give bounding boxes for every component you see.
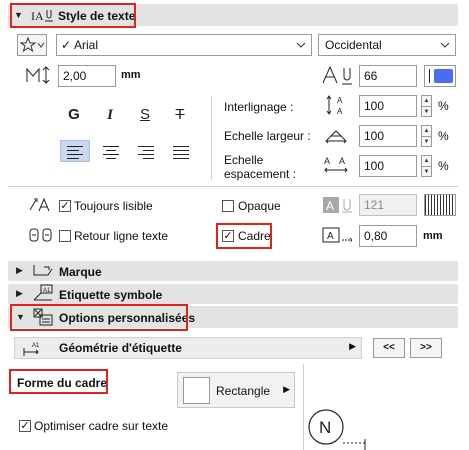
previous-button[interactable]: << [373, 338, 405, 358]
text-wrap-checkbox[interactable] [59, 230, 71, 242]
text-style-highlight [10, 3, 136, 28]
text-wrap-icon [29, 228, 52, 242]
align-right-button[interactable] [131, 140, 161, 162]
opaque-checkbox[interactable] [222, 200, 234, 212]
percent-sign: % [438, 129, 449, 143]
preview-letter: N [319, 418, 331, 437]
char-spacing-input[interactable]: 100 [359, 155, 417, 177]
text-size-icon [26, 66, 50, 84]
strikethrough-button[interactable]: T [166, 104, 194, 126]
custom-options-highlight [10, 304, 188, 331]
percent-sign: % [438, 159, 449, 173]
char-spacing-icon: AA [324, 156, 348, 173]
svg-text:A1: A1 [43, 288, 51, 294]
align-left-button[interactable] [60, 140, 90, 162]
char-spacing-label-line1: Echelle [224, 153, 264, 167]
percent-sign: % [438, 99, 449, 113]
frame-highlight [216, 223, 272, 249]
line-spacing-label: Interlignage : [224, 100, 294, 114]
underline-button[interactable]: S [131, 104, 159, 126]
frame-offset-icon: A [322, 227, 353, 243]
frame-preview: N [308, 409, 366, 450]
horizontal-divider [8, 186, 458, 187]
opaque-fill-pattern[interactable] [424, 194, 456, 216]
text-pen-input[interactable]: 66 [359, 65, 417, 87]
favorite-star-button[interactable] [17, 34, 47, 56]
svg-text:A: A [326, 199, 334, 213]
symbol-label-title: Etiquette symbole [59, 288, 163, 302]
optimize-frame-checkbox[interactable]: ✓ [19, 420, 31, 432]
opaque-label: Opaque [238, 199, 281, 213]
align-justify-button[interactable] [166, 140, 196, 162]
opaque-pen-icon: A [323, 197, 352, 213]
next-button[interactable]: >> [410, 338, 442, 358]
italic-button[interactable]: I [96, 104, 124, 126]
symbol-label-icon: A1 [33, 284, 53, 301]
width-scale-icon [325, 130, 347, 144]
star-icon [19, 36, 45, 53]
bold-button[interactable]: G [60, 104, 88, 126]
frame-shape-highlight [9, 369, 108, 394]
svg-text:A: A [337, 96, 343, 105]
label-geometry-icon: A1 [23, 343, 40, 356]
line-spacing-icon: AA [326, 95, 343, 116]
pen-color-fill [434, 69, 453, 83]
align-center-button[interactable] [96, 140, 126, 162]
always-readable-label: Toujours lisible [74, 199, 153, 213]
opaque-pen-input: 121 [359, 194, 417, 216]
chevron-right-icon: ▶ [283, 384, 290, 394]
pen-color-swatch[interactable] [424, 65, 456, 87]
svg-text:A1: A1 [32, 343, 40, 349]
font-dropdown[interactable]: ✓ Arial [56, 34, 312, 56]
frame-shape-dropdown[interactable]: Rectangle ▶ [177, 372, 295, 408]
encoding-dropdown[interactable]: Occidental [318, 34, 456, 56]
width-scale-input[interactable]: 100 [359, 125, 417, 147]
char-spacing-label-line2: espacement : [224, 167, 297, 181]
text-size-input[interactable]: 2,00 [58, 65, 116, 87]
text-wrap-label: Retour ligne texte [74, 229, 169, 243]
optimize-frame-label: Optimiser cadre sur texte [34, 419, 169, 433]
text-pen-icon [322, 65, 352, 85]
frame-offset-unit: mm [423, 230, 443, 242]
vertical-divider [211, 96, 212, 180]
line-spacing-stepper[interactable]: ▲ ▼ [421, 95, 432, 117]
svg-text:A: A [324, 156, 330, 166]
geometry-label: Géométrie d'étiquette [59, 341, 182, 355]
marker-icon [33, 265, 53, 276]
encoding-value: Occidental [325, 38, 382, 52]
width-scale-label: Echelle largeur : [224, 129, 311, 143]
preview-divider [303, 364, 304, 450]
line-spacing-input[interactable]: 100 [359, 95, 417, 117]
svg-text:A: A [339, 156, 345, 166]
marker-title: Marque [59, 265, 102, 279]
width-scale-stepper[interactable]: ▲ ▼ [421, 125, 432, 147]
always-readable-icon [29, 197, 50, 212]
expand-triangle-icon[interactable]: ▶ [16, 265, 23, 276]
always-readable-checkbox[interactable]: ✓ [59, 200, 71, 212]
chevron-down-icon [440, 42, 450, 48]
svg-text:A: A [327, 231, 334, 242]
text-size-unit: mm [121, 69, 141, 81]
rectangle-shape-icon [183, 377, 210, 404]
svg-text:A: A [337, 107, 343, 116]
font-check-icon: ✓ [61, 38, 72, 52]
chevron-down-icon [296, 42, 306, 48]
expand-triangle-icon[interactable]: ▶ [16, 288, 23, 299]
frame-offset-input[interactable]: 0,80 [359, 225, 417, 247]
font-name: Arial [74, 38, 99, 52]
frame-shape-value: Rectangle [216, 384, 271, 398]
geometry-dropdown[interactable]: A1 Géométrie d'étiquette ▶ [14, 337, 362, 359]
chevron-right-icon: ▶ [349, 341, 356, 351]
char-spacing-stepper[interactable]: ▲ ▼ [421, 155, 432, 177]
